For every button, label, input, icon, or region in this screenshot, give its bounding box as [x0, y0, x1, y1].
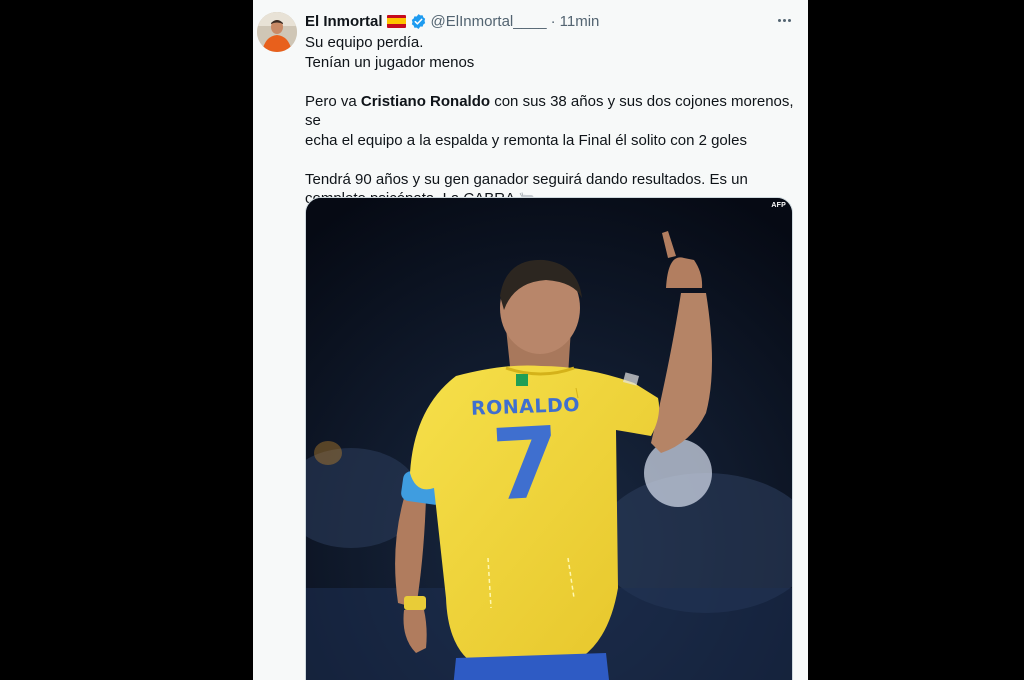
- jersey-number: 7: [489, 406, 564, 524]
- avatar[interactable]: [257, 12, 297, 52]
- author-display-name[interactable]: El Inmortal: [305, 13, 383, 30]
- verified-badge-icon: [411, 13, 425, 29]
- spain-flag-icon: [386, 14, 406, 28]
- tweet-header: El Inmortal @ElInmortal____ · 11min: [305, 11, 599, 31]
- tweet-card[interactable]: El Inmortal @ElInmortal____ · 11min Su e…: [253, 0, 808, 680]
- separator-dot: ·: [550, 12, 556, 30]
- text-line: Pero va Cristiano Ronaldo con sus 38 año…: [305, 92, 797, 131]
- avatar-image: [257, 12, 297, 52]
- tweet-photo[interactable]: AFP RONALDO 7: [305, 197, 793, 680]
- tweet-text: Su equipo perdía. Tenían un jugador meno…: [305, 33, 797, 209]
- bold-name: Cristiano Ronaldo: [360, 92, 491, 110]
- text-line: Tenían un jugador menos: [305, 53, 475, 71]
- text-line: echa el equipo a la espalda y remonta la…: [305, 131, 747, 149]
- text-span: Pero va: [305, 92, 361, 110]
- afp-watermark: AFP: [771, 202, 786, 209]
- text-line: Su equipo perdía.: [305, 34, 424, 51]
- tweet-timestamp[interactable]: 11min: [560, 13, 600, 30]
- text-line: Tendrá 90 años y su gen ganador seguirá …: [305, 170, 748, 188]
- author-handle[interactable]: @ElInmortal____: [431, 13, 547, 30]
- more-options-icon[interactable]: [774, 10, 794, 30]
